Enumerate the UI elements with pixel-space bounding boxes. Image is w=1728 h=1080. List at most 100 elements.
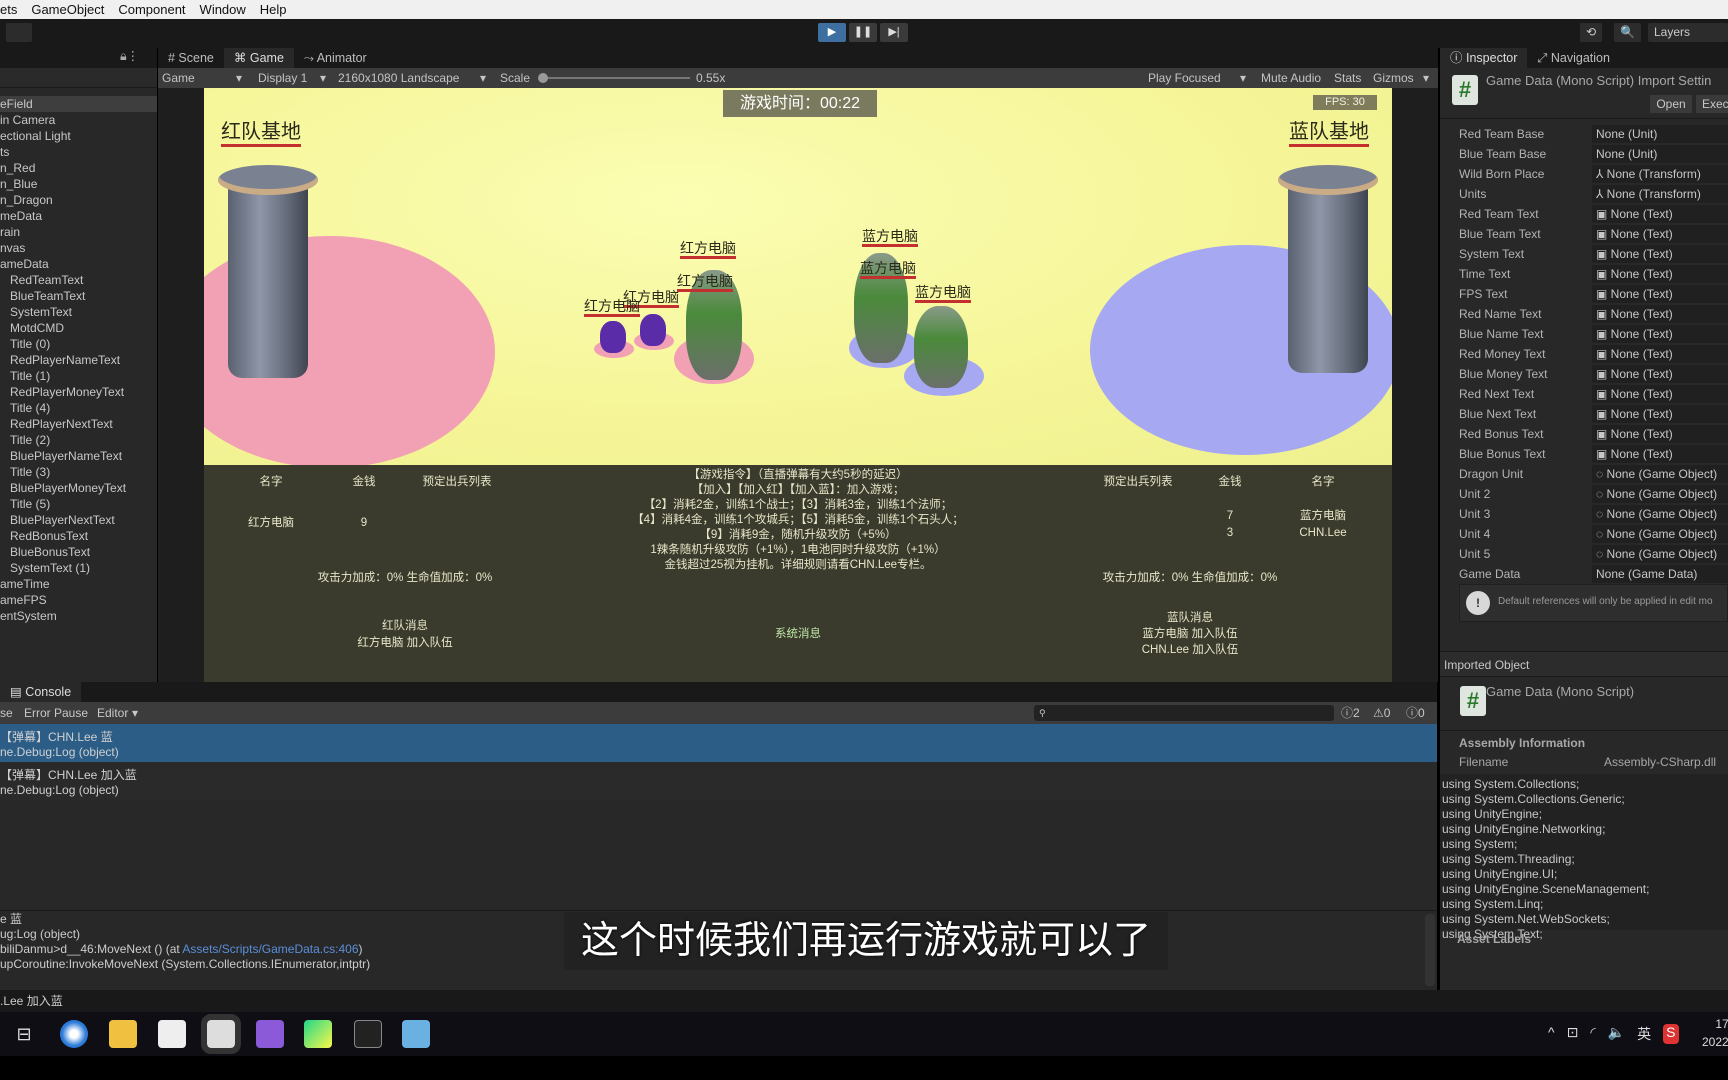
- pause-button[interactable]: ❚❚: [849, 23, 877, 42]
- stats-button[interactable]: Stats: [1334, 68, 1361, 88]
- unity-editor-icon[interactable]: [201, 1014, 241, 1054]
- battery-icon[interactable]: ⊡: [1567, 1024, 1579, 1044]
- hierarchy-item[interactable]: RedPlayerNextText: [0, 416, 157, 432]
- layers-dropdown[interactable]: Layers: [1648, 23, 1728, 42]
- wifi-icon[interactable]: ◜: [1590, 1024, 1595, 1044]
- menu-help[interactable]: Help: [260, 2, 287, 17]
- hierarchy-item[interactable]: Title (3): [0, 464, 157, 480]
- hierarchy-item[interactable]: rain: [0, 224, 157, 240]
- object-field[interactable]: None (Unit): [1592, 125, 1728, 143]
- hierarchy-item[interactable]: Title (4): [0, 400, 157, 416]
- file-explorer-icon[interactable]: [109, 1020, 137, 1048]
- hierarchy-item[interactable]: SystemText: [0, 304, 157, 320]
- object-field[interactable]: ▣ None (Text): [1592, 365, 1728, 383]
- open-button[interactable]: Open: [1650, 95, 1692, 113]
- warning-count-toggle[interactable]: ⚠0: [1373, 702, 1390, 724]
- app-icon[interactable]: [402, 1020, 430, 1048]
- resolution-dropdown[interactable]: 2160x1080 Landscape: [338, 68, 459, 88]
- hierarchy-item[interactable]: Title (0): [0, 336, 157, 352]
- hierarchy-item[interactable]: RedTeamText: [0, 272, 157, 288]
- tab-navigation[interactable]: ⤢ Navigation: [1527, 48, 1620, 68]
- hierarchy-item[interactable]: Title (5): [0, 496, 157, 512]
- hierarchy-item[interactable]: BlueTeamText: [0, 288, 157, 304]
- tab-game[interactable]: ⌘ Game: [223, 48, 294, 68]
- hierarchy-item[interactable]: RedPlayerMoneyText: [0, 384, 157, 400]
- hierarchy-item[interactable]: ts: [0, 144, 157, 160]
- object-field[interactable]: ▣ None (Text): [1592, 385, 1728, 403]
- splitter[interactable]: [0, 910, 1437, 911]
- hierarchy-item[interactable]: meData: [0, 208, 157, 224]
- object-field[interactable]: ▣ None (Text): [1592, 245, 1728, 263]
- clear-button[interactable]: se: [0, 702, 13, 724]
- console-entry[interactable]: 【弹幕】CHN.Lee 加入蓝 ne.Debug:Log (object): [0, 762, 1437, 800]
- menu-assets[interactable]: ets: [0, 2, 17, 17]
- hierarchy-item[interactable]: n_Red: [0, 160, 157, 176]
- hierarchy-item[interactable]: ameFPS: [0, 592, 157, 608]
- object-field[interactable]: ▣ None (Text): [1592, 425, 1728, 443]
- hierarchy-item[interactable]: ameData: [0, 256, 157, 272]
- object-field[interactable]: None (Game Data): [1592, 565, 1728, 583]
- display-dropdown[interactable]: Display 1: [258, 68, 307, 88]
- object-field[interactable]: ▣ None (Text): [1592, 225, 1728, 243]
- hierarchy-item[interactable]: RedBonusText: [0, 528, 157, 544]
- search-icon[interactable]: 🔍: [1614, 23, 1641, 42]
- scale-slider[interactable]: [540, 77, 690, 79]
- editor-dropdown[interactable]: Editor: [97, 702, 128, 724]
- input-method-icon[interactable]: 英: [1637, 1024, 1651, 1044]
- hierarchy-item[interactable]: ectional Light: [0, 128, 157, 144]
- undo-history-icon[interactable]: ⟲: [1580, 23, 1603, 42]
- browser-icon[interactable]: [60, 1020, 88, 1048]
- object-field[interactable]: ⅄ None (Transform): [1592, 165, 1728, 183]
- hierarchy-item[interactable]: SystemText (1): [0, 560, 157, 576]
- hierarchy-search-input[interactable]: [0, 68, 157, 88]
- hierarchy-item[interactable]: n_Dragon: [0, 192, 157, 208]
- lock-icon[interactable]: 🔒︎⋮: [120, 48, 139, 68]
- object-field[interactable]: ▣ None (Text): [1592, 345, 1728, 363]
- task-view-icon[interactable]: ⊟: [10, 1020, 38, 1048]
- hierarchy-item[interactable]: nvas: [0, 240, 157, 256]
- console-search-input[interactable]: ⚲: [1034, 705, 1334, 721]
- hierarchy-item[interactable]: BluePlayerMoneyText: [0, 480, 157, 496]
- unity-hub-icon[interactable]: [158, 1020, 186, 1048]
- object-field[interactable]: ▣ None (Text): [1592, 325, 1728, 343]
- object-field[interactable]: ◌ None (Game Object): [1592, 465, 1728, 483]
- object-field[interactable]: ⅄ None (Transform): [1592, 185, 1728, 203]
- scale-slider-handle[interactable]: [538, 73, 548, 83]
- object-field[interactable]: ◌ None (Game Object): [1592, 525, 1728, 543]
- object-field[interactable]: ▣ None (Text): [1592, 285, 1728, 303]
- game-mode-dropdown[interactable]: Game: [162, 68, 195, 88]
- tab-scene[interactable]: # Scene: [158, 48, 224, 68]
- error-pause-button[interactable]: Error Pause: [24, 702, 88, 724]
- tab-console[interactable]: ▤ Console: [0, 682, 82, 702]
- object-field[interactable]: ▣ None (Text): [1592, 265, 1728, 283]
- object-field[interactable]: None (Unit): [1592, 145, 1728, 163]
- hierarchy-item[interactable]: eField: [0, 96, 157, 112]
- console-entry[interactable]: 【弹幕】CHN.Lee 蓝 ne.Debug:Log (object): [0, 724, 1437, 762]
- play-focused-dropdown[interactable]: Play Focused: [1148, 68, 1221, 88]
- info-count-toggle[interactable]: ⓘ2: [1341, 702, 1360, 724]
- gizmos-button[interactable]: Gizmos: [1373, 68, 1414, 88]
- hierarchy-item[interactable]: ameTime: [0, 576, 157, 592]
- visual-studio-icon[interactable]: [256, 1020, 284, 1048]
- object-field[interactable]: ▣ None (Text): [1592, 205, 1728, 223]
- execution-order-button[interactable]: Exec: [1696, 95, 1728, 113]
- object-field[interactable]: ▣ None (Text): [1592, 445, 1728, 463]
- menu-component[interactable]: Component: [118, 2, 185, 17]
- step-button[interactable]: ▶|: [880, 23, 908, 42]
- sogou-icon[interactable]: S: [1663, 1024, 1679, 1044]
- detail-scrollbar[interactable]: [1425, 914, 1435, 986]
- hierarchy-item[interactable]: n_Blue: [0, 176, 157, 192]
- object-field[interactable]: ◌ None (Game Object): [1592, 485, 1728, 503]
- menu-window[interactable]: Window: [200, 2, 246, 17]
- volume-icon[interactable]: 🔈: [1608, 1024, 1625, 1044]
- object-field[interactable]: ◌ None (Game Object): [1592, 545, 1728, 563]
- clock[interactable]: 17 2022: [1702, 1015, 1728, 1051]
- object-field[interactable]: ◌ None (Game Object): [1592, 505, 1728, 523]
- error-count-toggle[interactable]: ⓘ0: [1406, 702, 1425, 724]
- object-field[interactable]: ▣ None (Text): [1592, 305, 1728, 323]
- pycharm-icon[interactable]: [304, 1020, 332, 1048]
- tray-overflow-icon[interactable]: ^: [1548, 1024, 1555, 1044]
- tab-animator[interactable]: ⤳ Animator: [294, 48, 377, 68]
- hierarchy-item[interactable]: BlueBonusText: [0, 544, 157, 560]
- terminal-icon[interactable]: [354, 1020, 382, 1048]
